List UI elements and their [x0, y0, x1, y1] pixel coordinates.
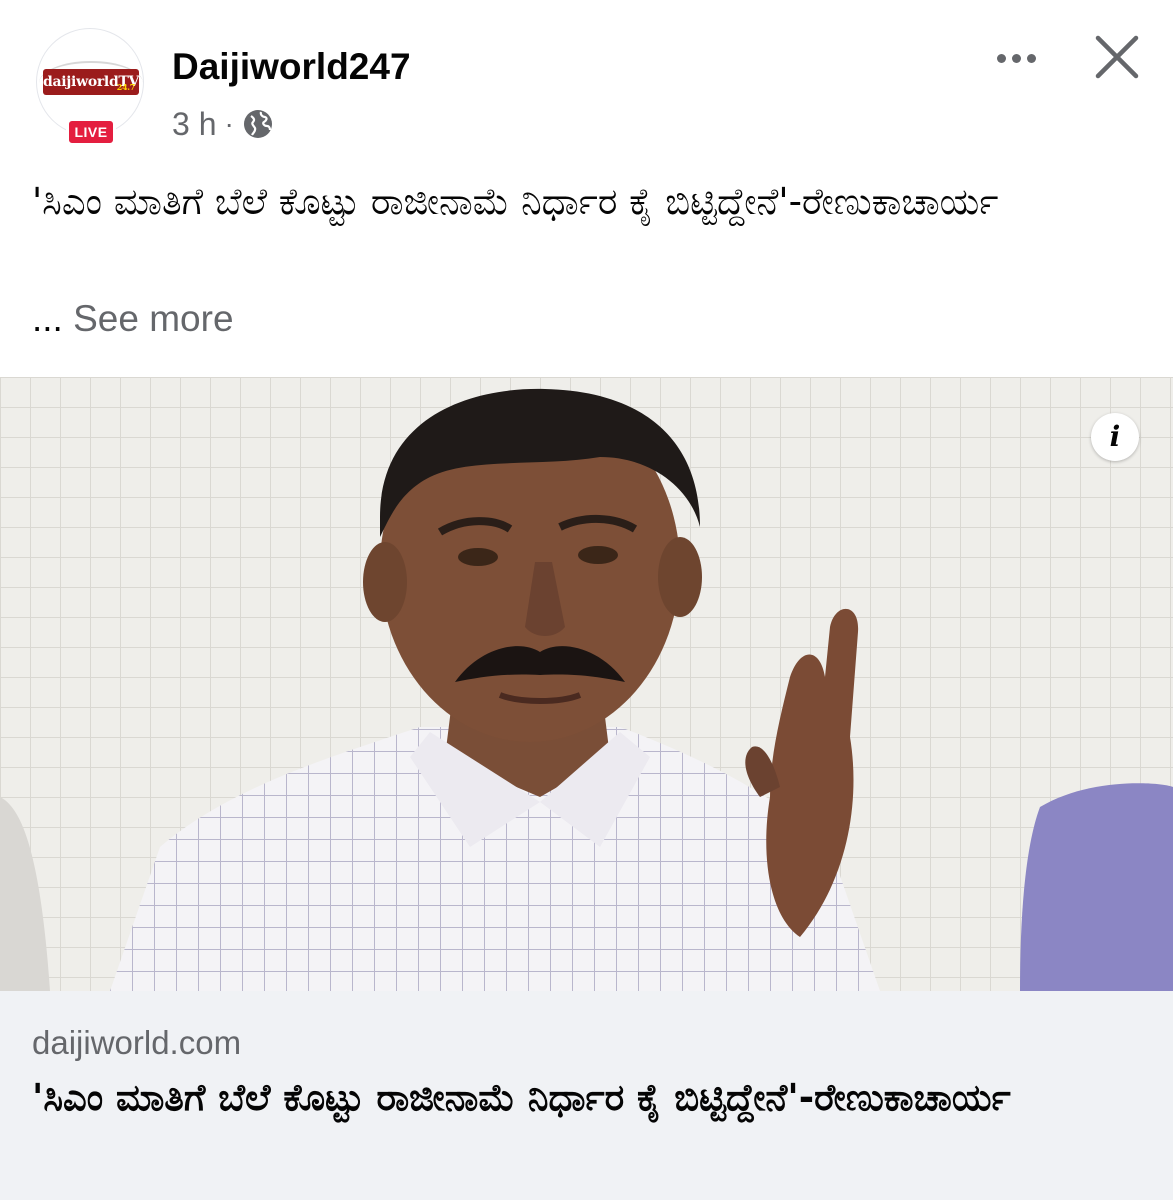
link-preview-image[interactable]: [0, 377, 1173, 991]
logo-sub: 24.7: [116, 82, 136, 92]
post-timestamp[interactable]: 3 h: [172, 106, 216, 143]
more-options-button[interactable]: [986, 38, 1046, 78]
page-name[interactable]: Daijiworld247: [172, 46, 411, 88]
link-domain: daijiworld.com: [32, 1024, 242, 1061]
close-icon[interactable]: [1090, 30, 1144, 84]
page-avatar[interactable]: daijiworldTV 24.7 LIVE: [32, 28, 148, 146]
link-title[interactable]: 'ಸಿಎಂ ಮಾತಿಗೆ ಬೆಲೆ ಕೊಟ್ಟು ರಾಜೀನಾಮೆ ನಿರ್ಧಾ…: [32, 1070, 1132, 1126]
see-more-link[interactable]: ... See more: [32, 298, 234, 340]
globe-icon: [243, 110, 272, 138]
more-dot: [996, 53, 1006, 63]
meta-separator: ·: [224, 108, 234, 139]
post-header: daijiworldTV 24.7 LIVE Daijiworld247 3 h…: [0, 0, 1173, 160]
post-meta: 3 h ·: [172, 104, 274, 144]
post-text: 'ಸಿಎಂ ಮಾತಿಗೆ ಬೆಲೆ ಕೊಟ್ಟು ರಾಜೀನಾಮೆ ನಿರ್ಧಾ…: [32, 180, 999, 223]
more-dot: [1011, 53, 1021, 63]
news-photo: [0, 377, 1173, 991]
live-badge: LIVE: [66, 118, 116, 146]
see-more-ellipsis: ...: [32, 298, 63, 339]
more-dot: [1026, 53, 1036, 63]
info-icon[interactable]: i: [1091, 413, 1139, 461]
logo-wordmark: daijiworldTV 24.7: [43, 69, 139, 95]
see-more-label: See more: [73, 298, 234, 339]
